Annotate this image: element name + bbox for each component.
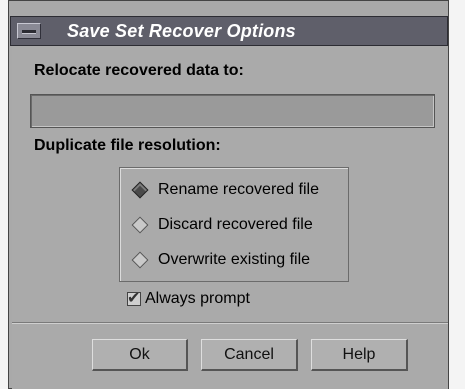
ok-button[interactable]: Ok	[92, 339, 188, 371]
radio-rename-label: Rename recovered file	[158, 181, 319, 198]
relocate-path-field[interactable]	[30, 94, 435, 128]
window-title: Save Set Recover Options	[67, 21, 296, 41]
radio-rename[interactable]: Rename recovered file	[130, 177, 319, 203]
radio-discard-label: Discard recovered file	[158, 216, 313, 233]
window-menu-button[interactable]	[17, 23, 41, 39]
title-bar[interactable]: Save Set Recover Options	[10, 16, 448, 46]
radio-discard[interactable]: Discard recovered file	[130, 212, 313, 238]
dialog-window: Save Set Recover Options Relocate recove…	[0, 0, 465, 389]
radio-overwrite[interactable]: Overwrite existing file	[130, 247, 310, 273]
button-separator	[12, 322, 448, 324]
radio-selected-icon	[131, 181, 149, 199]
radio-unselected-icon	[131, 216, 149, 234]
help-button[interactable]: Help	[311, 339, 408, 371]
cancel-button[interactable]: Cancel	[201, 339, 298, 371]
duplicate-resolution-group: Rename recovered file Discard recovered …	[119, 167, 349, 282]
radio-unselected-icon	[131, 251, 149, 269]
duplicate-resolution-heading: Duplicate file resolution:	[34, 137, 221, 154]
radio-overwrite-label: Overwrite existing file	[158, 251, 311, 268]
always-prompt-label: Always prompt	[145, 290, 250, 307]
relocate-heading: Relocate recovered data to:	[34, 62, 244, 79]
always-prompt-checkbox[interactable]: Always prompt	[127, 288, 250, 308]
checkmark-icon	[127, 288, 141, 308]
